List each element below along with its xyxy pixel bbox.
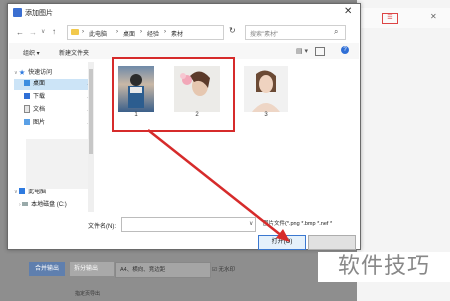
file-name: 3 [264, 112, 268, 118]
paper-size-select[interactable]: A4、横向、竞边距 [115, 262, 211, 278]
sidebar-item-desktop[interactable]: 桌面⊥ [14, 79, 94, 90]
picture-icon [24, 119, 30, 126]
download-icon [24, 93, 30, 100]
filename-input[interactable] [121, 217, 256, 232]
watermark-option[interactable]: ☑ 无水印 [212, 265, 235, 273]
sidebar-item-documents[interactable]: 文档⊥ [14, 105, 94, 116]
help-icon[interactable]: ? [341, 46, 349, 54]
view-options-icon[interactable]: ▤ ▾ [296, 47, 308, 55]
watermark-text: 软件技巧 [318, 252, 450, 282]
dialog-title: 添加图片 [25, 10, 53, 17]
open-button[interactable]: 打开(O) [258, 235, 306, 250]
preview-pane-icon[interactable] [315, 47, 325, 56]
merge-output-button[interactable]: 合并输出 [29, 262, 65, 276]
document-icon [24, 105, 30, 114]
forward-arrow-icon[interactable]: → [29, 28, 37, 37]
sidebar-item-label: 本地磁盘 (C:) [31, 202, 67, 208]
breadcrumb-item[interactable]: 素材 [171, 29, 183, 38]
address-bar[interactable]: › 此电脑 › 桌面 › 经验 › 素材 ∨ [67, 25, 270, 40]
split-output-button[interactable]: 拆分输出 [70, 262, 114, 276]
watermark-option-label: 无水印 [218, 267, 235, 273]
up-arrow-icon[interactable]: ↑ [52, 27, 56, 36]
recent-locations-dropdown-icon[interactable]: ∨ [41, 28, 45, 35]
folder-icon [71, 29, 79, 35]
selection-highlight-box [112, 57, 235, 132]
search-placeholder: 搜索"素材" [250, 32, 279, 38]
image-thumbnail [244, 66, 288, 112]
sidebar-item-label: 文档 [33, 107, 46, 113]
sidebar-item-label: 桌面 [33, 81, 46, 87]
new-folder-button[interactable]: 新建文件夹 [59, 48, 89, 57]
sidebar-scroll-thumb[interactable] [89, 69, 93, 154]
sidebar-item-label: 此电脑 [28, 189, 47, 195]
breadcrumb-item[interactable]: 经验 [147, 29, 159, 38]
bottom-text: 指定页导出 [75, 291, 101, 297]
cancel-button[interactable] [308, 235, 356, 250]
breadcrumb-item[interactable]: 此电脑 [89, 29, 107, 38]
add-image-dialog: 添加图片 ✕ ← → ∨ ↑ › 此电脑 › 桌面 › 经验 › 素材 ∨ ↻ … [7, 3, 361, 250]
sidebar-item-quick-access[interactable]: ∨ 快速访问 [14, 68, 94, 79]
refresh-icon[interactable]: ↻ [229, 26, 236, 35]
crumb-separator: › [164, 29, 166, 35]
breadcrumb-item[interactable]: 桌面 [123, 29, 135, 38]
dialog-titlebar: 添加图片 ✕ [8, 4, 360, 21]
sidebar-item-local-disk[interactable]: › 本地磁盘 (C:) [14, 200, 94, 211]
file-item[interactable]: 3 [244, 66, 288, 118]
crumb-separator: › [82, 29, 84, 35]
sidebar-item-pictures[interactable]: 图片⊥ [14, 118, 94, 129]
computer-icon [19, 188, 26, 195]
crumb-separator: › [116, 29, 118, 35]
portrait-photo-3 [252, 70, 280, 112]
desktop-icon [24, 80, 30, 87]
search-icon: ⌕ [334, 27, 339, 36]
disk-icon [22, 202, 29, 207]
sidebar-item-label: 下载 [33, 94, 46, 100]
sidebar-item-downloads[interactable]: 下载⊥ [14, 92, 94, 103]
back-arrow-icon[interactable]: ← [16, 28, 24, 37]
background-tab-icon: ☰ [382, 13, 398, 24]
filename-dropdown-icon[interactable]: ∨ [249, 220, 253, 227]
crumb-separator: › [140, 29, 142, 35]
navigation-pane: ∨ 快速访问 桌面⊥ 下载⊥ 文档⊥ 图片⊥ ∨ 此电脑 › 本地磁盘 (C:) [14, 62, 96, 212]
app-icon [13, 8, 22, 17]
background-close-icon: ✕ [430, 12, 437, 21]
filename-label: 文件名(N): [88, 224, 116, 230]
star-icon [19, 69, 25, 75]
file-type-filter[interactable]: 图片文件(*.png *.bmp *.nef * [263, 218, 353, 230]
close-icon[interactable]: ✕ [344, 6, 352, 17]
sidebar-item-label: 图片 [33, 120, 46, 126]
organize-menu[interactable]: 组织 ▾ [23, 48, 40, 57]
sidebar-item-label: 快速访问 [28, 70, 53, 76]
sidebar-blurred-area [26, 139, 88, 189]
search-input[interactable]: 搜索"素材" ⌕ [245, 25, 346, 40]
